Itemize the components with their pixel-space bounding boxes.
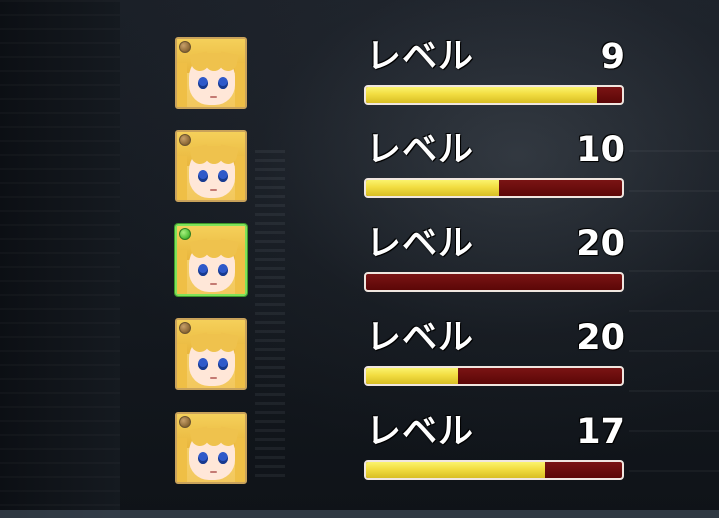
bottom-strip [0, 510, 719, 518]
level-label: レベル [366, 130, 475, 170]
eye-right [218, 264, 228, 276]
level-label: レベル [366, 412, 475, 452]
attribute-orb-icon [179, 134, 191, 146]
eye-left [198, 77, 208, 89]
eye-right [218, 358, 228, 370]
level-label: レベル [366, 224, 475, 264]
attribute-orb-icon [179, 322, 191, 334]
eye-right [218, 77, 228, 89]
level-label: レベル [366, 318, 475, 358]
eye-left [198, 452, 208, 464]
level-row: レベル 9 [0, 0, 719, 109]
level-value: 20 [576, 224, 625, 264]
character-avatar[interactable] [175, 412, 247, 484]
level-value: 17 [576, 412, 625, 452]
attribute-orb-icon [179, 41, 191, 53]
level-row: レベル 20 [0, 187, 719, 296]
eye-left [198, 358, 208, 370]
level-row: レベル 10 [0, 93, 719, 202]
side-hair-right [235, 438, 245, 482]
level-value: 20 [576, 318, 625, 358]
eye-right [218, 452, 228, 464]
level-value: 9 [600, 37, 625, 77]
side-hair-left [177, 438, 187, 482]
attribute-orb-icon [179, 228, 191, 240]
eye-right [218, 170, 228, 182]
level-label: レベル [366, 37, 475, 77]
mouth [210, 471, 217, 473]
eye-left [198, 264, 208, 276]
exp-fill [366, 462, 546, 478]
level-row: レベル 20 [0, 281, 719, 390]
level-value: 10 [576, 130, 625, 170]
exp-bar [364, 460, 624, 480]
attribute-orb-icon [179, 416, 191, 428]
level-row: レベル 17 [0, 375, 719, 484]
eye-left [198, 170, 208, 182]
